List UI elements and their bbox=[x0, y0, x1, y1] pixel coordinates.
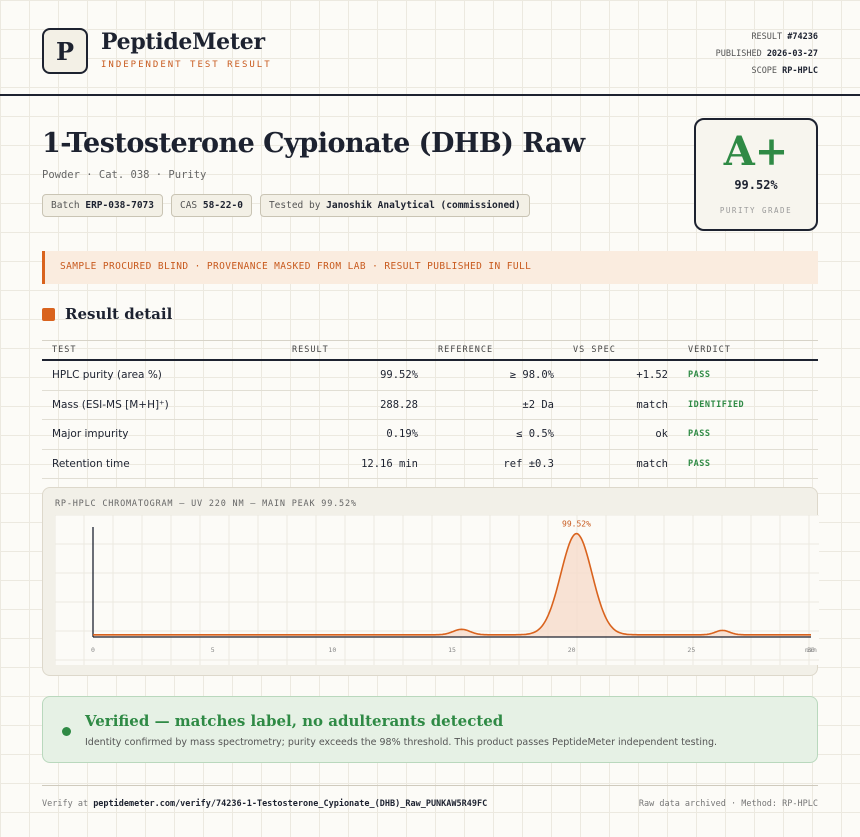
product-subtitle: Powder · Cat. 038 · Purity bbox=[42, 169, 207, 181]
header-result: RESULT bbox=[292, 345, 329, 355]
grade-percent: 99.52% bbox=[734, 178, 778, 192]
verified-banner: Verified — matches label, no adulterants… bbox=[42, 696, 818, 763]
x-axis-unit-label: min bbox=[805, 646, 817, 654]
cell-test: Mass (ESI-MS [M+H]⁺) bbox=[52, 398, 169, 411]
verified-text: Identity confirmed by mass spectrometry;… bbox=[85, 737, 718, 748]
scope: SCOPE RP-HPLC bbox=[751, 66, 818, 76]
table-row: Retention time 12.16 min ref ±0.3 match … bbox=[42, 450, 818, 479]
cell-vs-spec: +1.52 bbox=[636, 369, 668, 382]
cell-vs-spec: match bbox=[636, 398, 668, 411]
table-row: Mass (ESI-MS [M+H]⁺) 288.28 ±2 Da match … bbox=[42, 391, 818, 420]
report-meta: RESULT #74236 PUBLISHED 2026-03-27 SCOPE… bbox=[716, 29, 818, 80]
header-reference: REFERENCE bbox=[438, 345, 494, 355]
cell-reference: ≥ 98.0% bbox=[509, 369, 554, 382]
cell-reference: ≤ 0.5% bbox=[516, 428, 554, 441]
tested-by-chip: Tested by Janoshik Analytical (commissio… bbox=[259, 194, 530, 217]
report-footer: Verify at peptidemeter.com/verify/74236-… bbox=[42, 785, 818, 809]
table-header: TEST RESULT REFERENCE VS SPEC VERDICT bbox=[42, 340, 818, 361]
grade-letter: A+ bbox=[723, 128, 789, 175]
chromatogram-panel: RP-HPLC CHROMATOGRAM — UV 220 NM — MAIN … bbox=[42, 487, 819, 676]
table-row: HPLC purity (area %) 99.52% ≥ 98.0% +1.5… bbox=[42, 361, 818, 391]
procurement-notice: SAMPLE PROCURED BLIND · PROVENANCE MASKE… bbox=[42, 251, 818, 284]
verified-title: Verified — matches label, no adulterants… bbox=[85, 712, 504, 730]
chromatogram-title: RP-HPLC CHROMATOGRAM — UV 220 NM — MAIN … bbox=[55, 499, 357, 509]
result-id: RESULT #74236 bbox=[751, 32, 818, 42]
footer-method: Raw data archived · Method: RP-HPLC bbox=[638, 799, 818, 809]
x-tick-label: 15 bbox=[448, 646, 456, 654]
x-tick-label: 5 bbox=[211, 646, 215, 654]
product-chips: Batch ERP-038-7073 CAS 58-22-0 Tested by… bbox=[42, 194, 530, 217]
cell-verdict: PASS bbox=[688, 458, 711, 469]
peak-label: 99.52% bbox=[562, 520, 591, 529]
brand-subtitle: INDEPENDENT TEST RESULT bbox=[101, 60, 272, 70]
cell-vs-spec: ok bbox=[655, 428, 668, 441]
x-tick-label: 0 bbox=[91, 646, 95, 654]
x-tick-label: 25 bbox=[687, 646, 695, 654]
report-header: P PeptideMeter INDEPENDENT TEST RESULT R… bbox=[0, 0, 860, 96]
plot-area bbox=[55, 515, 819, 665]
published-date: PUBLISHED 2026-03-27 bbox=[715, 49, 818, 59]
cas-chip: CAS 58-22-0 bbox=[170, 194, 252, 217]
header-vs-spec: VS SPEC bbox=[573, 345, 616, 355]
section-marker-icon bbox=[42, 307, 55, 321]
verify-url-link[interactable]: peptidemeter.com/verify/74236-1-Testoste… bbox=[93, 799, 487, 809]
cell-vs-spec: match bbox=[636, 457, 668, 470]
cell-reference: ref ±0.3 bbox=[503, 457, 554, 470]
verify-link-line: Verify at peptidemeter.com/verify/74236-… bbox=[42, 799, 488, 809]
chromatogram-chart: 0 5 10 15 20 25 30min99.52% bbox=[55, 515, 819, 665]
cell-verdict: PASS bbox=[688, 370, 711, 381]
cell-result: 0.19% bbox=[386, 428, 418, 441]
table-row: Major impurity 0.19% ≤ 0.5% ok PASS bbox=[42, 420, 818, 450]
header-test: TEST bbox=[52, 345, 77, 355]
result-table: TEST RESULT REFERENCE VS SPEC VERDICT HP… bbox=[42, 340, 818, 479]
brand-name: PeptideMeter bbox=[101, 29, 265, 55]
cell-result: 12.16 min bbox=[361, 457, 418, 470]
cell-test: Major impurity bbox=[52, 428, 129, 441]
product-title: 1-Testosterone Cypionate (DHB) Raw bbox=[42, 128, 585, 159]
cell-reference: ±2 Da bbox=[522, 398, 554, 411]
brand-logo: P bbox=[42, 28, 88, 74]
batch-chip: Batch ERP-038-7073 bbox=[42, 194, 163, 217]
header-verdict: VERDICT bbox=[688, 345, 731, 355]
cell-result: 288.28 bbox=[380, 398, 418, 411]
purity-grade-card: A+ 99.52% PURITY GRADE bbox=[694, 118, 818, 231]
cell-verdict: IDENTIFIED bbox=[688, 399, 745, 410]
cell-verdict: PASS bbox=[688, 429, 711, 440]
cell-result: 99.52% bbox=[380, 369, 418, 382]
section-heading: Result detail bbox=[42, 305, 172, 323]
x-tick-label: 20 bbox=[568, 646, 576, 654]
grade-label: PURITY GRADE bbox=[719, 206, 793, 215]
cell-test: Retention time bbox=[52, 457, 130, 470]
verified-dot-icon bbox=[62, 727, 71, 736]
x-tick-label: 10 bbox=[328, 646, 336, 654]
cell-test: HPLC purity (area %) bbox=[52, 369, 162, 382]
